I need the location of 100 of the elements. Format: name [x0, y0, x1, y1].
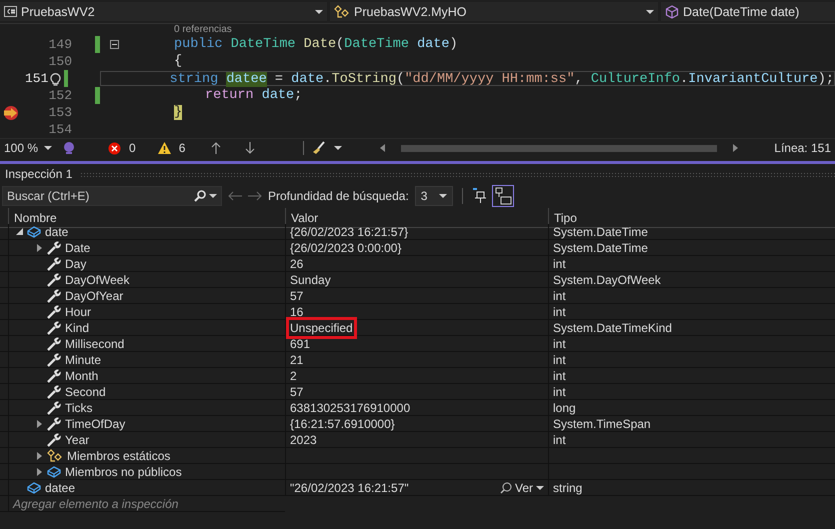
code-token: ( [396, 72, 405, 87]
error-icon[interactable] [108, 142, 121, 154]
watch-name: Year [65, 432, 90, 446]
watch-value[interactable]: 691 [290, 336, 310, 350]
forward-arrow-icon[interactable] [248, 191, 262, 201]
watch-value[interactable]: 57 [290, 384, 304, 398]
code-token: string [170, 72, 220, 87]
line-position: Línea: 151 [774, 141, 831, 155]
scroll-left-icon[interactable] [380, 144, 386, 152]
dropdown-caret-icon[interactable] [209, 194, 217, 198]
code-token: Date [304, 37, 336, 52]
pin-text-icon[interactable] [492, 185, 514, 207]
watch-value[interactable]: 21 [290, 352, 304, 366]
watch-value[interactable]: 638130253176910000 [290, 400, 410, 414]
code-token: date [417, 37, 450, 52]
watch-type: System.DateTimeKind [553, 320, 672, 334]
line-number: 150 [48, 54, 72, 69]
search-icon [500, 482, 512, 494]
watch-type: System.DateTime [553, 224, 648, 238]
code-token: } [174, 105, 182, 120]
line-number: 154 [48, 122, 72, 137]
code-token: ; [294, 88, 302, 103]
line-number: 153 [48, 105, 72, 120]
watch-value[interactable]: 16 [290, 304, 304, 318]
watch-value[interactable]: "26/02/2023 16:21:57" [290, 480, 409, 494]
watch-type: long [553, 400, 576, 414]
wrench-icon [47, 368, 61, 382]
scroll-right-icon[interactable] [733, 144, 738, 152]
error-count: 0 [129, 141, 136, 155]
wrench-icon [47, 240, 61, 254]
watch-name: datee [45, 480, 76, 494]
lightbulb-icon[interactable] [50, 72, 62, 86]
watch-value[interactable]: Sunday [290, 272, 331, 286]
watch-name: Date [65, 240, 90, 254]
code-token: datee [226, 72, 267, 87]
wrench-icon [47, 288, 61, 302]
wrench-icon [47, 304, 61, 318]
watch-type: int [553, 304, 566, 318]
visualizer-button[interactable]: Ver [496, 480, 548, 495]
collapsed-arrow-icon[interactable] [36, 452, 42, 460]
dropdown-caret-icon[interactable] [44, 146, 52, 150]
pin-icon[interactable] [472, 188, 486, 204]
dropdown-caret-icon[interactable] [646, 10, 654, 14]
watch-value[interactable]: {26/02/2023 16:21:57} [290, 224, 408, 238]
object-icon [27, 482, 41, 494]
watch-type: int [553, 256, 566, 270]
watch-type: System.TimeSpan [553, 416, 651, 430]
code-token: InvariantCulture [688, 72, 818, 87]
search-field[interactable]: Buscar (Ctrl+E) [7, 189, 194, 203]
dropdown-caret-icon[interactable] [334, 146, 342, 150]
code-token: ( [336, 37, 344, 52]
watch-value[interactable]: {16:21:57.6910000} [290, 416, 395, 430]
add-watch-placeholder[interactable]: Agregar elemento a inspección [13, 496, 178, 510]
watch-name: Millisecond [65, 336, 124, 350]
watch-name: Month [65, 368, 98, 382]
watch-value[interactable]: 26 [290, 256, 304, 270]
watch-type: int [553, 336, 566, 350]
arrow-down-icon[interactable] [245, 142, 256, 154]
watch-name: TimeOfDay [65, 416, 126, 430]
search-box[interactable]: Buscar (Ctrl+E) [2, 186, 222, 206]
column-header[interactable]: Tipo [554, 210, 577, 224]
wrench-icon [47, 400, 61, 414]
arrow-up-icon[interactable] [211, 142, 222, 154]
dropdown-caret-icon[interactable] [438, 194, 447, 198]
object-icon [27, 226, 41, 238]
watch-value[interactable]: 2 [290, 368, 297, 382]
search-depth-dropdown[interactable]: 3 [414, 186, 453, 206]
collapse-icon[interactable] [110, 40, 119, 49]
class-icon [334, 4, 350, 18]
search-icon[interactable] [194, 190, 206, 202]
cleanup-brush-icon[interactable] [312, 141, 326, 155]
watch-value[interactable]: 57 [290, 288, 304, 302]
horizontal-scrollbar[interactable] [401, 144, 718, 152]
watch-name: Minute [65, 352, 102, 366]
dropdown-caret-icon[interactable] [536, 486, 544, 490]
collapsed-arrow-icon[interactable] [36, 244, 42, 252]
codelens-references[interactable]: 0 referencias [0, 24, 835, 36]
column-header[interactable]: Nombre [14, 210, 57, 224]
column-header[interactable]: Valor [291, 210, 318, 224]
expanded-arrow-icon[interactable] [16, 228, 22, 235]
method-cube-icon [665, 4, 679, 18]
watch-name: Miembros estáticos [67, 448, 170, 462]
watch-name: Hour [65, 304, 92, 318]
code-token: DateTime [344, 37, 410, 52]
watch-type: int [553, 352, 566, 366]
dropdown-caret-icon[interactable] [315, 10, 323, 14]
zoom-dropdown[interactable]: 100 % [4, 141, 54, 155]
watch-type: System.DateTime [553, 240, 648, 254]
watch-value[interactable]: 2023 [290, 432, 317, 446]
project-dropdown[interactable]: PruebasWV2 [0, 2, 327, 21]
collapsed-arrow-icon[interactable] [36, 468, 42, 476]
wrench-icon [47, 384, 61, 398]
type-dropdown[interactable]: PruebasWV2.MyHO [330, 2, 658, 21]
warning-icon[interactable] [158, 142, 171, 154]
collapsed-arrow-icon[interactable] [36, 420, 42, 428]
member-dropdown[interactable]: Date(DateTime date) [661, 2, 835, 21]
code-token: = [274, 72, 284, 87]
watch-value[interactable]: {26/02/2023 0:00:00} [290, 240, 402, 254]
back-arrow-icon[interactable] [228, 191, 242, 201]
watch-type: int [553, 432, 566, 446]
